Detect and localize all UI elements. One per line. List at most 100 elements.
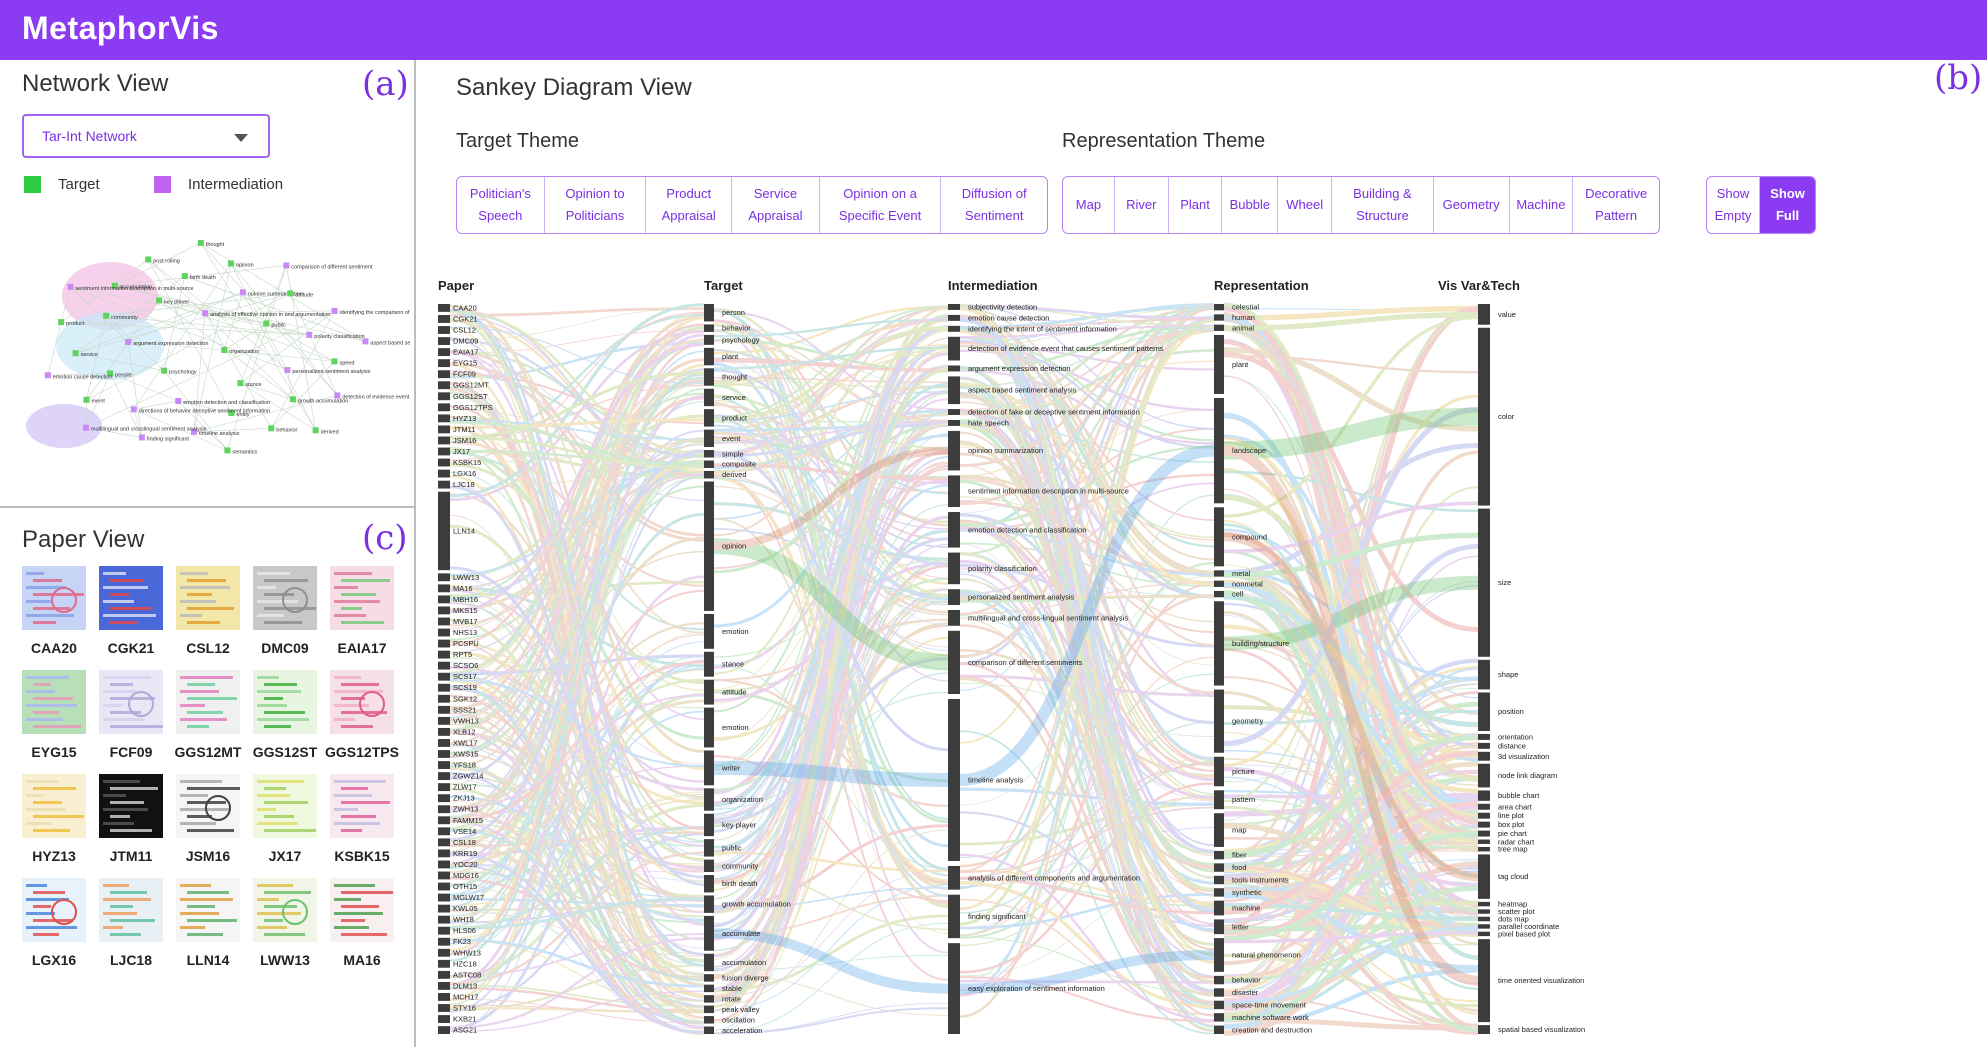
target-node[interactable] bbox=[704, 334, 714, 345]
target-node[interactable] bbox=[704, 1026, 714, 1034]
target-theme-politicians-speech[interactable]: Politician's Speech bbox=[457, 177, 545, 233]
target-node[interactable] bbox=[704, 984, 714, 993]
target-node[interactable] bbox=[704, 429, 714, 448]
vis-vartech-node[interactable] bbox=[1478, 733, 1490, 740]
paper-node[interactable] bbox=[438, 772, 450, 780]
paper-node[interactable] bbox=[438, 805, 450, 814]
paper-node[interactable] bbox=[438, 469, 450, 478]
paper-node[interactable] bbox=[438, 849, 450, 858]
vis-vartech-node[interactable] bbox=[1478, 939, 1490, 1023]
paper-thumbnail[interactable] bbox=[176, 670, 240, 734]
paper-node[interactable] bbox=[438, 447, 450, 456]
target-theme-opinion-on-event[interactable]: Opinion on a Specific Event bbox=[820, 177, 942, 233]
paper-node[interactable] bbox=[438, 672, 450, 681]
vis-vartech-node[interactable] bbox=[1478, 508, 1490, 657]
paper-node[interactable] bbox=[438, 304, 450, 312]
paper-thumbnail[interactable] bbox=[253, 670, 317, 734]
paper-thumbnail[interactable] bbox=[99, 878, 163, 942]
vis-vartech-node[interactable] bbox=[1478, 803, 1490, 810]
target-node[interactable] bbox=[704, 788, 714, 811]
rep-theme-geometry[interactable]: Geometry bbox=[1434, 177, 1510, 233]
intermediation-node[interactable] bbox=[948, 304, 960, 310]
paper-node[interactable] bbox=[438, 915, 450, 924]
paper-node[interactable] bbox=[438, 414, 450, 423]
paper-thumbnail[interactable] bbox=[22, 670, 86, 734]
paper-node[interactable] bbox=[438, 315, 450, 323]
representation-node[interactable] bbox=[1214, 570, 1224, 577]
intermediation-node[interactable] bbox=[948, 865, 960, 890]
target-node[interactable] bbox=[704, 460, 714, 468]
intermediation-node[interactable] bbox=[948, 430, 960, 471]
vis-vartech-node[interactable] bbox=[1478, 909, 1490, 914]
vis-vartech-node[interactable] bbox=[1478, 854, 1490, 899]
target-node[interactable] bbox=[704, 368, 714, 386]
vis-vartech-node[interactable] bbox=[1478, 790, 1490, 801]
paper-node[interactable] bbox=[438, 650, 450, 659]
target-node[interactable] bbox=[704, 613, 714, 649]
paper-node[interactable] bbox=[438, 1004, 450, 1012]
paper-node[interactable] bbox=[438, 882, 450, 891]
paper-node[interactable] bbox=[438, 783, 450, 792]
paper-node[interactable] bbox=[438, 816, 450, 825]
representation-node[interactable] bbox=[1214, 324, 1224, 331]
target-node[interactable] bbox=[704, 388, 714, 407]
representation-node[interactable] bbox=[1214, 938, 1224, 972]
intermediation-node[interactable] bbox=[948, 336, 960, 361]
target-node[interactable] bbox=[704, 895, 714, 913]
paper-thumbnail[interactable] bbox=[99, 670, 163, 734]
representation-node[interactable] bbox=[1214, 304, 1224, 311]
sankey-diagram[interactable]: Paper Target Intermediation Representation V… bbox=[438, 260, 1978, 1040]
target-node[interactable] bbox=[704, 813, 714, 837]
rep-theme-bubble[interactable]: Bubble bbox=[1222, 177, 1279, 233]
paper-node[interactable] bbox=[438, 926, 450, 935]
target-theme-product-appraisal[interactable]: Product Appraisal bbox=[646, 177, 733, 233]
paper-node[interactable] bbox=[438, 584, 450, 593]
vis-vartech-node[interactable] bbox=[1478, 812, 1490, 819]
paper-node[interactable] bbox=[438, 337, 450, 345]
paper-node[interactable] bbox=[438, 573, 450, 582]
paper-thumbnail[interactable] bbox=[330, 878, 394, 942]
intermediation-node[interactable] bbox=[948, 409, 960, 415]
paper-node[interactable] bbox=[438, 827, 450, 836]
vis-vartech-node[interactable] bbox=[1478, 830, 1490, 837]
paper-thumbnail[interactable] bbox=[330, 670, 394, 734]
vis-vartech-node[interactable] bbox=[1478, 751, 1490, 761]
vis-vartech-node[interactable] bbox=[1478, 1025, 1490, 1034]
representation-node[interactable] bbox=[1214, 1000, 1224, 1010]
paper-thumbnail[interactable] bbox=[99, 774, 163, 838]
paper-node[interactable] bbox=[438, 370, 450, 379]
intermediation-node[interactable] bbox=[948, 589, 960, 605]
representation-node[interactable] bbox=[1214, 397, 1224, 504]
paper-node[interactable] bbox=[438, 606, 450, 615]
intermediation-node[interactable] bbox=[948, 314, 960, 321]
vis-vartech-node[interactable] bbox=[1478, 846, 1490, 852]
vis-vartech-node[interactable] bbox=[1478, 327, 1490, 506]
target-node[interactable] bbox=[704, 995, 714, 1003]
representation-node[interactable] bbox=[1214, 1025, 1224, 1034]
intermediation-node[interactable] bbox=[948, 943, 960, 1034]
chevron-down-icon[interactable] bbox=[234, 134, 248, 142]
vis-vartech-node[interactable] bbox=[1478, 916, 1490, 922]
paper-node[interactable] bbox=[438, 661, 450, 670]
representation-node[interactable] bbox=[1214, 919, 1224, 935]
show-full-button[interactable]: Show Full bbox=[1760, 177, 1815, 233]
vis-vartech-node[interactable] bbox=[1478, 304, 1490, 325]
target-node[interactable] bbox=[704, 470, 714, 479]
paper-node[interactable] bbox=[438, 948, 450, 957]
paper-node[interactable] bbox=[438, 425, 450, 434]
vis-vartech-node[interactable] bbox=[1478, 692, 1490, 731]
rep-theme-decorative-pattern[interactable]: Decorative Pattern bbox=[1573, 177, 1659, 233]
target-node[interactable] bbox=[704, 1005, 714, 1014]
paper-thumbnail[interactable] bbox=[253, 774, 317, 838]
paper-node[interactable] bbox=[438, 683, 450, 692]
paper-node[interactable] bbox=[438, 970, 450, 979]
representation-node[interactable] bbox=[1214, 314, 1224, 321]
paper-node[interactable] bbox=[438, 491, 450, 571]
representation-node[interactable] bbox=[1214, 975, 1224, 985]
vis-vartech-node[interactable] bbox=[1478, 659, 1490, 690]
intermediation-node[interactable] bbox=[948, 894, 960, 939]
target-node[interactable] bbox=[704, 409, 714, 427]
representation-node[interactable] bbox=[1214, 580, 1224, 587]
paper-node[interactable] bbox=[438, 860, 450, 869]
paper-node[interactable] bbox=[438, 403, 450, 412]
